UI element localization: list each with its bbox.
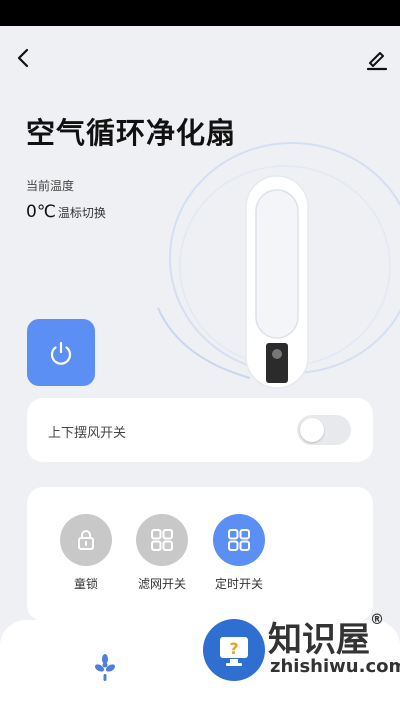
- watermark-text: 知识屋®: [268, 612, 384, 661]
- edit-button[interactable]: [364, 46, 390, 72]
- swing-label: 上下摆风开关: [48, 426, 127, 441]
- fan-tab[interactable]: [92, 653, 118, 683]
- swing-card: 上下摆风开关: [27, 398, 373, 462]
- watermark-reg-mark: ®: [370, 612, 384, 628]
- svg-text:?: ?: [229, 639, 238, 658]
- temperature-row: 0℃ 温标切换: [26, 202, 106, 222]
- function-label: 定时开关: [214, 577, 263, 591]
- filter-switch-button[interactable]: 滤网开关: [127, 514, 197, 592]
- temperature-label: 当前温度: [26, 179, 75, 193]
- watermark-logo: ?: [203, 619, 265, 681]
- pencil-icon: [366, 52, 388, 71]
- child-lock-button[interactable]: 童锁: [51, 514, 121, 592]
- function-label: 童锁: [73, 577, 98, 591]
- power-button[interactable]: [27, 319, 95, 386]
- fan-icon: [94, 654, 116, 681]
- watermark-brand: 知识屋: [268, 620, 370, 660]
- airflow-arc: [157, 307, 251, 379]
- swing-toggle[interactable]: [297, 415, 351, 445]
- temperature-value: 0℃: [26, 202, 56, 222]
- function-label: 滤网开关: [137, 577, 186, 591]
- chevron-left-icon: [17, 48, 29, 68]
- back-button[interactable]: [12, 46, 36, 70]
- timer-switch-button[interactable]: 定时开关: [204, 514, 274, 592]
- grid-icon: [213, 514, 265, 566]
- temperature-unit-switch[interactable]: 温标切换: [58, 204, 106, 221]
- lock-icon: [60, 514, 112, 566]
- function-card: 童锁 滤网开关 定时开关: [27, 487, 373, 621]
- device-screen: 空气循环净化扇 当前温度 0℃ 温标切换 上下摆风开关 童锁 滤网开关 定时开关: [0, 26, 400, 711]
- fan-air-outlet: [255, 189, 299, 339]
- fan-control-knob: [272, 349, 282, 359]
- grid-icon: [136, 514, 188, 566]
- toggle-knob: [300, 418, 324, 442]
- fan-illustration: [157, 142, 400, 389]
- watermark-url: zhishiwu.com: [270, 656, 400, 677]
- monitor-question-icon: ?: [220, 637, 248, 666]
- status-bar: [0, 0, 400, 26]
- power-icon: [50, 341, 72, 365]
